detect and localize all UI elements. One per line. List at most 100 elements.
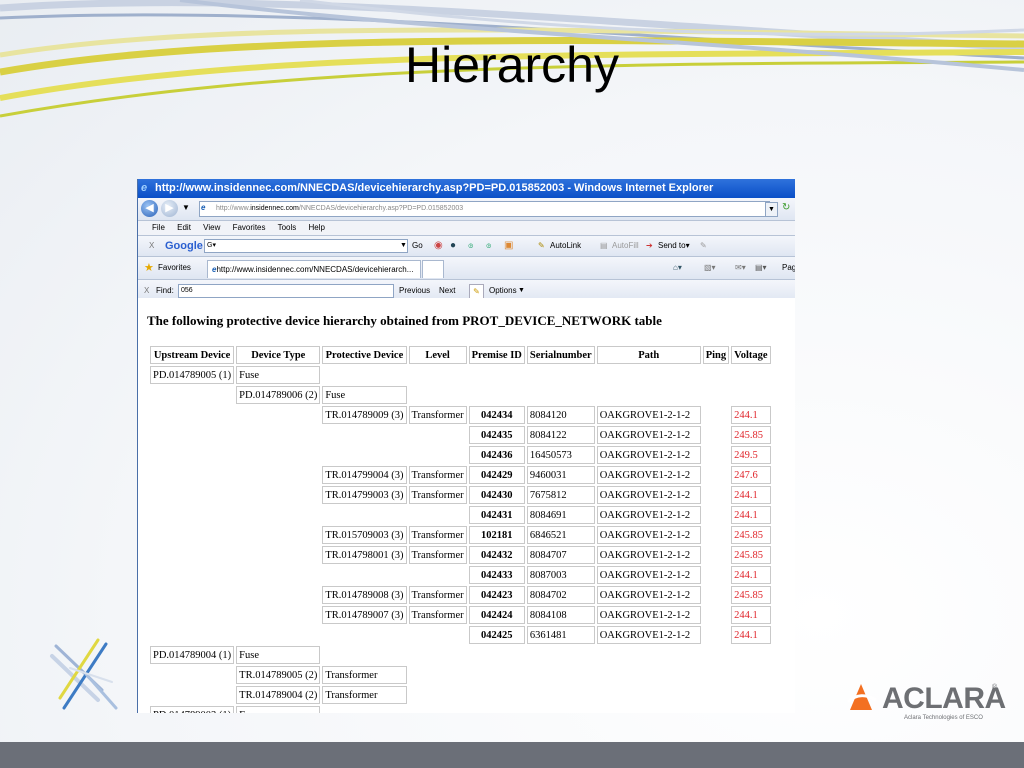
- premise-id-cell: 042423: [468, 586, 525, 604]
- find-input[interactable]: 056: [178, 284, 394, 298]
- serialnumber-cell: 8084120: [526, 406, 595, 424]
- premise-id-cell: 042434: [468, 406, 525, 424]
- menu-tools[interactable]: Tools: [278, 223, 297, 232]
- page-menu-button[interactable]: Pag: [782, 257, 795, 279]
- path-cell: OAKGROVE1-2-1-2: [596, 606, 701, 624]
- level-cell: [409, 626, 467, 644]
- favorites-button[interactable]: Favorites: [158, 257, 191, 279]
- device-type-cell: TR.014789004 (2): [236, 686, 321, 704]
- browser-tab[interactable]: ehttp://www.insidennec.com/NNECDAS/devic…: [207, 260, 421, 278]
- device-type-cell: TR.014789005 (2): [236, 666, 321, 684]
- serialnumber-cell: 16450573: [526, 446, 595, 464]
- table-row: 042425 6361481 OAKGROVE1-2-1-2 244.1: [150, 626, 771, 644]
- autolink-button[interactable]: AutoLink: [550, 236, 581, 256]
- level-cell: [409, 646, 467, 664]
- serialnumber-cell: [527, 686, 595, 704]
- upstream-device-cell: [150, 466, 234, 484]
- ping-cell: [703, 366, 729, 384]
- path-cell: OAKGROVE1-2-1-2: [596, 526, 701, 544]
- refresh-icon[interactable]: ↻: [782, 202, 790, 213]
- favorites-bar: ★ Favorites ehttp://www.insidennec.com/N…: [138, 257, 795, 280]
- premise-id-cell: [469, 386, 525, 404]
- serialnumber-cell: 6361481: [526, 626, 595, 644]
- protective-device-cell: [322, 566, 406, 584]
- premise-id-cell: 042435: [468, 426, 525, 444]
- google-search-input[interactable]: G▾: [204, 239, 408, 253]
- close-toolbar-icon[interactable]: X: [149, 236, 154, 256]
- toolbar-tool-icon[interactable]: ◉: [434, 236, 443, 256]
- premise-id-cell: 042430: [468, 486, 525, 504]
- highlight-icon[interactable]: ✎: [469, 284, 484, 299]
- col-level: Level: [408, 346, 467, 364]
- voltage-cell: 244.1: [731, 566, 771, 584]
- address-bar-row: ◀ ▶ ▼ http://www.insidennec.com/NNECDAS/…: [138, 198, 795, 221]
- toolbar-spiral-icon-2[interactable]: ၜ: [486, 236, 492, 256]
- send-to-button[interactable]: Send to▾: [658, 236, 690, 256]
- menu-view[interactable]: View: [203, 223, 220, 232]
- table-row: TR.014789007 (3) Transformer 042424 8084108…: [150, 606, 771, 624]
- voltage-cell: 244.1: [731, 626, 771, 644]
- google-search-dropdown-icon[interactable]: ▼: [400, 236, 407, 256]
- forward-arrow-icon[interactable]: ▶: [161, 200, 178, 217]
- menu-file[interactable]: File: [152, 223, 165, 232]
- autofill-button[interactable]: AutoFill: [612, 236, 639, 256]
- toolbar-bookmark-icon[interactable]: ▣: [504, 236, 513, 256]
- level-cell: [409, 506, 467, 524]
- toolbar-globe-icon[interactable]: ●: [450, 236, 456, 256]
- voltage-cell: 245.85: [731, 526, 771, 544]
- col-premise-id: Premise ID: [468, 346, 525, 364]
- back-arrow-icon[interactable]: ◀: [141, 200, 158, 217]
- path-cell: OAKGROVE1-2-1-2: [596, 446, 701, 464]
- device-type-cell: PD.014789006 (2): [236, 386, 321, 404]
- voltage-cell: 244.1: [731, 406, 771, 424]
- upstream-device-cell: PD.014789005 (1): [150, 366, 235, 384]
- new-tab-button[interactable]: [422, 260, 444, 278]
- tab-label: http://www.insidennec.com/NNECDAS/device…: [216, 265, 414, 274]
- device-type-cell: [236, 546, 320, 564]
- col-device-type: Device Type: [236, 346, 321, 364]
- level-cell: [409, 366, 467, 384]
- ping-cell: [703, 386, 729, 404]
- level-cell: [409, 426, 467, 444]
- send-to-icon: ➔: [646, 241, 653, 250]
- address-dropdown-icon[interactable]: ▼: [765, 202, 778, 217]
- feeds-icon[interactable]: ▧▾: [704, 257, 716, 279]
- upstream-device-cell: PD.014789004 (1): [150, 646, 235, 664]
- col-serialnumber: Serialnumber: [526, 346, 595, 364]
- serialnumber-cell: [527, 706, 595, 713]
- upstream-device-cell: [150, 606, 234, 624]
- menu-favorites[interactable]: Favorites: [233, 223, 266, 232]
- device-type-cell: [236, 606, 320, 624]
- google-go-button[interactable]: Go: [412, 236, 423, 256]
- pen-icon[interactable]: ✎: [700, 236, 707, 256]
- toolbar-spiral-icon[interactable]: ၜ: [468, 236, 474, 256]
- upstream-device-cell: PD.014789003 (1): [150, 706, 235, 713]
- menu-help[interactable]: Help: [309, 223, 325, 232]
- ping-cell: [703, 666, 729, 684]
- device-type-cell: [236, 626, 320, 644]
- upstream-device-cell: [150, 626, 234, 644]
- ping-cell: [703, 486, 729, 504]
- protective-device-cell: TR.014789008 (3): [322, 586, 407, 604]
- protective-device-cell: [322, 506, 406, 524]
- voltage-cell: [731, 366, 770, 384]
- voltage-cell: 244.1: [731, 606, 771, 624]
- history-dropdown-icon[interactable]: ▼: [182, 203, 190, 212]
- mail-icon[interactable]: ✉▾: [735, 257, 746, 279]
- protective-device-cell: TR.014798001 (3): [322, 546, 407, 564]
- serialnumber-cell: [527, 646, 595, 664]
- device-type-cell: [236, 406, 320, 424]
- menu-edit[interactable]: Edit: [177, 223, 191, 232]
- protective-device-cell: TR.015709003 (3): [322, 526, 407, 544]
- col-voltage: Voltage: [731, 346, 771, 364]
- device-type-cell: [236, 566, 320, 584]
- path-cell: [597, 706, 701, 713]
- path-cell: OAKGROVE1-2-1-2: [596, 406, 701, 424]
- print-icon[interactable]: ▤▾: [755, 257, 767, 279]
- level-cell: Transformer: [408, 406, 467, 424]
- device-type-cell: [236, 426, 320, 444]
- address-input[interactable]: http://www.insidennec.com/NNECDAS/device…: [199, 201, 770, 217]
- upstream-device-cell: [150, 666, 234, 684]
- home-icon[interactable]: ⌂▾: [673, 257, 682, 279]
- protective-device-cell: [322, 446, 406, 464]
